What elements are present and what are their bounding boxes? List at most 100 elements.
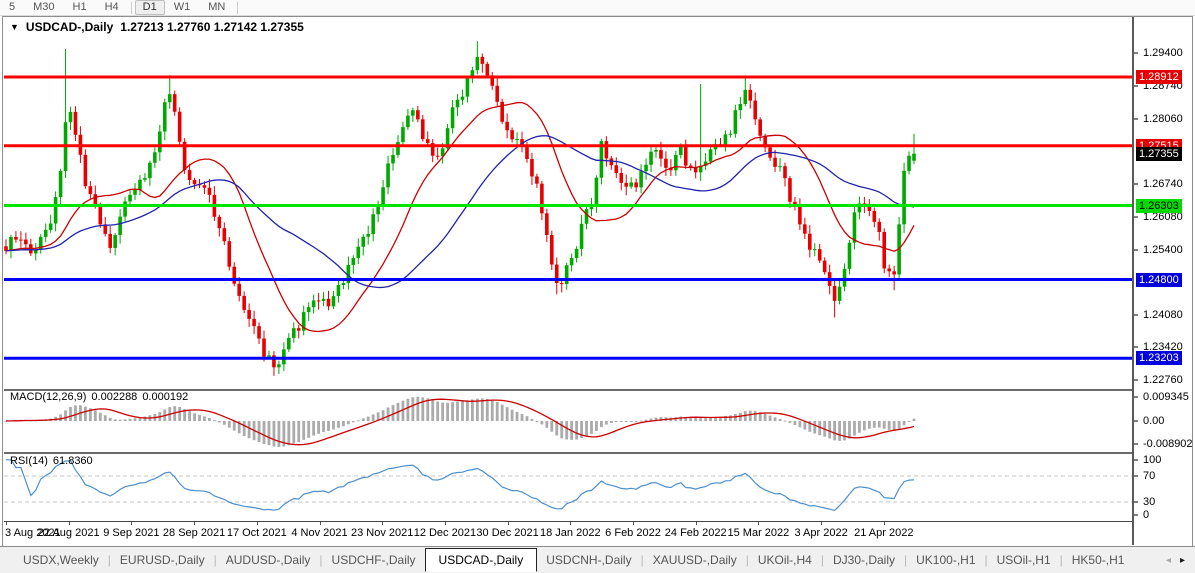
tab-dj30-daily[interactable]: DJ30-,Daily — [824, 550, 904, 570]
rsi-tick-mark — [1134, 502, 1138, 503]
price-tick-mark — [1134, 53, 1138, 54]
date-label: 12 Dec 2021 — [414, 527, 476, 539]
price-tick-mark — [1134, 85, 1138, 86]
tab-audusd-daily[interactable]: AUDUSD-,Daily — [217, 550, 320, 570]
level-price-badge: 1.23203 — [1136, 351, 1182, 365]
rsi-scale-label: 100 — [1143, 454, 1161, 466]
tab-usdcad-daily[interactable]: USDCAD-,Daily — [425, 548, 538, 572]
rsi-scale-label: 0 — [1143, 509, 1149, 521]
tab-scroll-arrows: ◂▸ — [1166, 555, 1195, 566]
date-tick-mark — [257, 522, 258, 525]
date-axis[interactable]: 3 Aug 202122 Aug 20219 Sep 202128 Sep 20… — [4, 522, 1132, 545]
macd-tick-mark — [1134, 444, 1138, 445]
macd-label: MACD(12,26,9) 0.002288 0.000192 — [10, 391, 193, 403]
chart-title: ▼ USDCAD-,Daily 1.27213 1.27760 1.27142 … — [10, 20, 304, 34]
date-label: 24 Feb 2022 — [665, 527, 727, 539]
date-label: 22 Aug 2021 — [38, 527, 100, 539]
date-tick-mark — [696, 522, 697, 525]
date-label: 23 Nov 2021 — [351, 527, 413, 539]
rsi-tick-mark — [1134, 515, 1138, 516]
date-tick-mark — [131, 522, 132, 525]
toolbar-divider — [237, 2, 238, 14]
toolbar-divider — [131, 2, 132, 14]
date-tick-mark — [758, 522, 759, 525]
macd-scale-label: 0.00 — [1143, 415, 1164, 427]
macd-panel-separator[interactable] — [4, 389, 1132, 391]
rsi-panel-separator[interactable] — [4, 452, 1132, 454]
price-tick-mark — [1134, 347, 1138, 348]
price-tick-mark — [1134, 380, 1138, 381]
tab-usdx-weekly[interactable]: USDX,Weekly — [14, 550, 108, 570]
price-tick-label: 1.29400 — [1143, 47, 1183, 59]
tab-eurusd-daily[interactable]: EURUSD-,Daily — [111, 550, 214, 570]
price-axis[interactable]: 1.294001.287401.280601.267401.260801.254… — [1132, 17, 1195, 545]
date-tick-mark — [194, 522, 195, 525]
timeframe-toolbar: 5M30H1H4 D1W1MN — [0, 0, 1195, 16]
current-price-badge: 1.27355 — [1136, 147, 1182, 161]
date-label: 17 Oct 2021 — [227, 527, 287, 539]
timeframe-button-h1[interactable]: H1 — [64, 1, 96, 14]
tab-scroll-right-icon[interactable]: ▸ — [1180, 555, 1185, 566]
date-label: 3 Apr 2022 — [794, 527, 847, 539]
date-label: 15 Mar 2022 — [728, 527, 790, 539]
timeframe-button-mn[interactable]: MN — [199, 1, 234, 14]
chart-symbol-label: USDCAD-,Daily — [26, 20, 113, 34]
price-tick-mark — [1134, 216, 1138, 217]
macd-signal-value: 0.000192 — [142, 391, 188, 403]
date-label: 28 Sep 2021 — [163, 527, 225, 539]
date-tick-mark — [382, 522, 383, 525]
tab-xauusd-daily[interactable]: XAUUSD-,Daily — [644, 550, 746, 570]
date-tick-mark — [6, 522, 7, 525]
date-label: 30 Dec 2021 — [476, 527, 538, 539]
rsi-scale-label: 70 — [1143, 470, 1155, 482]
tab-usdcnh-daily[interactable]: USDCNH-,Daily — [537, 550, 640, 570]
tab-uk100-h1[interactable]: UK100-,H1 — [907, 550, 984, 570]
macd-tick-mark — [1134, 397, 1138, 398]
date-tick-mark — [633, 522, 634, 525]
tab-ukoil-h4[interactable]: UKOil-,H4 — [749, 550, 821, 570]
date-label: 21 Apr 2022 — [854, 527, 913, 539]
macd-scale-label: -0.008902 — [1143, 438, 1193, 450]
date-tick-mark — [69, 522, 70, 525]
tab-usdchf-daily[interactable]: USDCHF-,Daily — [323, 550, 425, 570]
metatrader-screen: 5M30H1H4 D1W1MN ▼ USDCAD-,Daily 1.27213 1… — [0, 0, 1195, 573]
timeframe-button-m30[interactable]: M30 — [24, 1, 63, 14]
date-label: 9 Sep 2021 — [103, 527, 159, 539]
date-tick-mark — [821, 522, 822, 525]
price-tick-label: 1.25400 — [1143, 244, 1183, 256]
price-tick-label: 1.24080 — [1143, 309, 1183, 321]
price-chart-plot[interactable] — [4, 17, 1132, 521]
level-price-badge: 1.26303 — [1136, 199, 1182, 213]
date-tick-mark — [508, 522, 509, 525]
rsi-value: 61.8360 — [53, 455, 93, 467]
date-label: 18 Jan 2022 — [540, 527, 601, 539]
date-tick-mark — [884, 522, 885, 525]
rsi-scale-label: 30 — [1143, 496, 1155, 508]
date-axis-separator — [4, 521, 1132, 522]
tab-usoil-h1[interactable]: USOil-,H1 — [988, 550, 1060, 570]
timeframe-button-w1[interactable]: W1 — [165, 1, 200, 14]
chart-dropdown-icon[interactable]: ▼ — [10, 22, 19, 32]
rsi-name: RSI(14) — [10, 455, 48, 467]
timeframe-button-h4[interactable]: H4 — [96, 1, 128, 14]
level-price-badge: 1.28912 — [1136, 70, 1182, 84]
macd-main-value: 0.002288 — [91, 391, 137, 403]
rsi-tick-mark — [1134, 460, 1138, 461]
level-price-badge: 1.24800 — [1136, 273, 1182, 287]
price-tick-mark — [1134, 183, 1138, 184]
chart-tab-bar: USDX,Weekly|EURUSD-,Daily|AUDUSD-,Daily|… — [0, 546, 1195, 573]
macd-scale-label: 0.009345 — [1143, 391, 1189, 403]
tab-scroll-left-icon[interactable]: ◂ — [1166, 555, 1171, 566]
macd-name: MACD(12,26,9) — [10, 391, 86, 403]
price-tick-label: 1.22760 — [1143, 374, 1183, 386]
price-tick-mark — [1134, 249, 1138, 250]
macd-tick-mark — [1134, 421, 1138, 422]
tab-hk50-h1[interactable]: HK50-,H1 — [1063, 550, 1134, 570]
price-tick-mark — [1134, 314, 1138, 315]
timeframe-button-d1[interactable]: D1 — [135, 0, 165, 15]
date-tick-mark — [320, 522, 321, 525]
date-label: 4 Nov 2021 — [291, 527, 347, 539]
timeframe-button-5[interactable]: 5 — [0, 1, 24, 14]
date-tick-mark — [445, 522, 446, 525]
price-tick-label: 1.28060 — [1143, 113, 1183, 125]
